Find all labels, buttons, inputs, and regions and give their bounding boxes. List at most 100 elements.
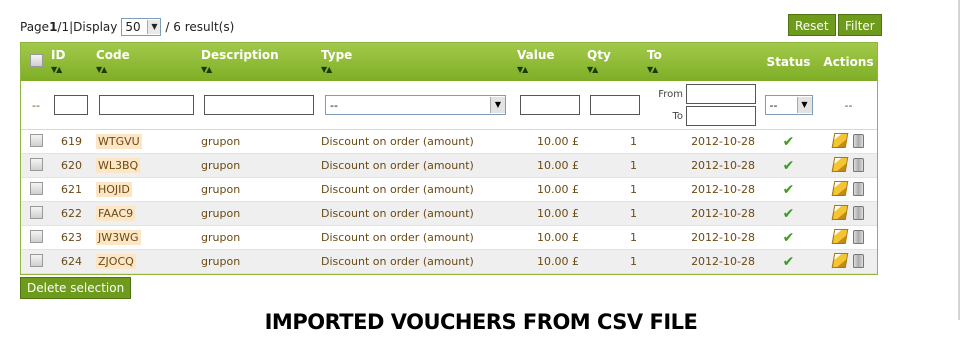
row-checkbox[interactable]	[29, 157, 43, 171]
cell-code: ZJOCQ	[96, 254, 136, 269]
row-checkbox[interactable]	[29, 205, 43, 219]
filter-from-input[interactable]	[686, 84, 756, 104]
col-to-label: To	[647, 48, 662, 62]
total-pages: 1	[61, 20, 70, 34]
col-type[interactable]: Type ▼▲	[321, 43, 517, 81]
reset-button[interactable]: Reset	[788, 14, 836, 36]
filter-to-input[interactable]	[686, 106, 756, 126]
col-description[interactable]: Description ▼▲	[201, 43, 321, 81]
table-row: 621 HOJID grupon Discount on order (amou…	[21, 177, 877, 202]
check-icon[interactable]: ✔	[783, 230, 795, 246]
pencil-icon[interactable]	[831, 180, 849, 196]
check-icon[interactable]: ✔	[783, 182, 795, 198]
row-checkbox[interactable]	[29, 229, 43, 243]
cell-qty: 1	[587, 249, 647, 274]
cell-description: grupon	[201, 177, 321, 202]
cell-type: Discount on order (amount)	[321, 129, 517, 154]
filter-value-input[interactable]	[520, 95, 580, 115]
trash-icon[interactable]	[853, 157, 864, 172]
toolbar: Page 1 / 1 | Display 50 ▼ / 6 result(s) R…	[20, 14, 882, 38]
filter-code-input[interactable]	[99, 95, 194, 115]
cell-to: 2012-10-28	[647, 153, 757, 178]
filter-button[interactable]: Filter	[838, 14, 882, 36]
cell-to: 2012-10-28	[647, 201, 757, 226]
trash-icon[interactable]	[853, 181, 864, 196]
cell-description: grupon	[201, 201, 321, 226]
per-page-select[interactable]: 50 ▼	[121, 18, 162, 36]
cell-code: WTGVU	[96, 134, 142, 149]
row-checkbox[interactable]	[29, 133, 43, 147]
trash-icon[interactable]	[853, 133, 864, 148]
filter-type-select[interactable]: -- ▼	[325, 95, 506, 115]
cell-code: HOJID	[96, 182, 132, 197]
delete-selection-button[interactable]: Delete selection	[20, 277, 132, 299]
col-type-label: Type	[321, 48, 353, 62]
cell-to: 2012-10-28	[647, 249, 757, 274]
filter-row: -- -- ▼ From To -- ▼ --	[21, 81, 877, 130]
col-id[interactable]: ID ▼▲	[51, 43, 96, 81]
header-row: ID ▼▲ Code ▼▲ Description ▼▲ Type ▼▲ Value ▼▲…	[21, 43, 877, 81]
sort-arrows-icon[interactable]: ▼▲	[201, 65, 321, 74]
chevron-down-icon: ▼	[147, 20, 161, 34]
sort-arrows-icon[interactable]: ▼▲	[587, 65, 647, 74]
cell-type: Discount on order (amount)	[321, 177, 517, 202]
result-count: / 6 result(s)	[165, 20, 235, 34]
pencil-icon[interactable]	[831, 252, 849, 268]
cell-type: Discount on order (amount)	[321, 153, 517, 178]
col-to[interactable]: To ▼▲	[647, 43, 757, 81]
row-checkbox[interactable]	[29, 181, 43, 195]
trash-icon[interactable]	[853, 253, 864, 268]
pencil-icon[interactable]	[831, 132, 849, 148]
table-row: 623 JW3WG grupon Discount on order (amou…	[21, 225, 877, 250]
filter-description-input[interactable]	[204, 95, 314, 115]
sort-arrows-icon[interactable]: ▼▲	[517, 65, 587, 74]
pencil-icon[interactable]	[831, 156, 849, 172]
cell-value: 10.00 £	[517, 249, 587, 274]
sort-arrows-icon[interactable]: ▼▲	[321, 65, 517, 74]
row-checkbox[interactable]	[29, 253, 43, 267]
trash-icon[interactable]	[853, 205, 864, 220]
col-code[interactable]: Code ▼▲	[96, 43, 201, 81]
cell-to: 2012-10-28	[647, 129, 757, 154]
col-qty[interactable]: Qty ▼▲	[587, 43, 647, 81]
cell-id: 619	[51, 129, 96, 154]
filter-qty-input[interactable]	[590, 95, 640, 115]
pagination: Page 1 / 1 | Display 50 ▼ / 6 result(s)	[20, 18, 234, 36]
cell-type: Discount on order (amount)	[321, 249, 517, 274]
col-qty-label: Qty	[587, 48, 611, 62]
check-icon[interactable]: ✔	[783, 158, 795, 174]
cell-value: 10.00 £	[517, 153, 587, 178]
page-label: Page	[20, 20, 50, 34]
cell-qty: 1	[587, 201, 647, 226]
check-icon[interactable]: ✔	[783, 254, 795, 270]
select-all-header	[21, 43, 51, 81]
col-code-label: Code	[96, 48, 130, 62]
from-label: From	[658, 88, 683, 100]
cell-type: Discount on order (amount)	[321, 225, 517, 250]
sort-arrows-icon[interactable]: ▼▲	[647, 65, 757, 74]
col-actions: Actions	[820, 43, 877, 81]
cell-qty: 1	[587, 129, 647, 154]
check-icon[interactable]: ✔	[783, 206, 795, 222]
select-all-checkbox[interactable]	[29, 54, 43, 67]
pencil-icon[interactable]	[831, 228, 849, 244]
cell-type: Discount on order (amount)	[321, 201, 517, 226]
sort-arrows-icon[interactable]: ▼▲	[51, 65, 96, 74]
col-value[interactable]: Value ▼▲	[517, 43, 587, 81]
cell-value: 10.00 £	[517, 225, 587, 250]
cell-value: 10.00 £	[517, 129, 587, 154]
pencil-icon[interactable]	[831, 204, 849, 220]
filter-id-input[interactable]	[54, 95, 88, 115]
trash-icon[interactable]	[853, 229, 864, 244]
col-id-label: ID	[51, 48, 66, 62]
current-page: 1	[49, 20, 58, 34]
cell-description: grupon	[201, 153, 321, 178]
to-label: To	[672, 110, 683, 122]
filter-status-select[interactable]: -- ▼	[764, 95, 813, 115]
check-icon[interactable]: ✔	[783, 134, 795, 150]
cell-id: 622	[51, 201, 96, 226]
sort-arrows-icon[interactable]: ▼▲	[96, 65, 201, 74]
cell-id: 623	[51, 225, 96, 250]
cell-id: 624	[51, 249, 96, 274]
cell-qty: 1	[587, 225, 647, 250]
